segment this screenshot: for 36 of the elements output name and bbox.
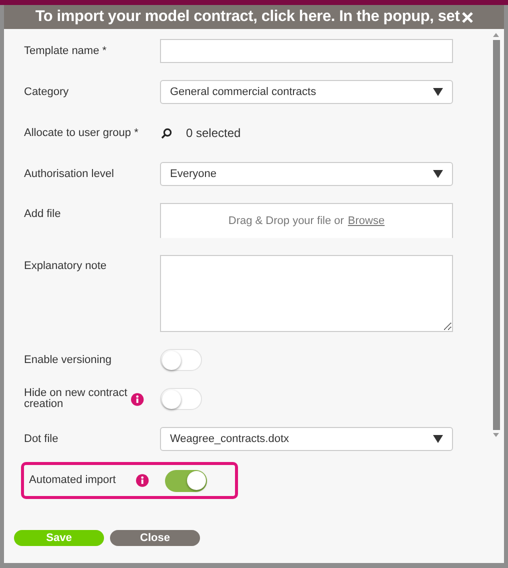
field-label: Authorisation level	[24, 168, 114, 180]
field-label: Add file	[24, 209, 61, 220]
search-icon[interactable]	[161, 128, 172, 138]
text-field[interactable]	[160, 39, 453, 63]
browse-link[interactable]: Browse	[348, 212, 385, 230]
close-icon[interactable]	[462, 12, 473, 22]
info-icon[interactable]	[131, 392, 144, 406]
drop-hint: Drag & Drop your file or	[228, 214, 344, 229]
scroll-down-icon[interactable]	[493, 433, 499, 437]
field-label: Enable versioning	[24, 354, 112, 366]
selection-count: 0 selected	[186, 125, 241, 142]
scroll-up-icon[interactable]	[493, 33, 499, 37]
caret-icon	[433, 435, 443, 443]
field-label: Dot file	[24, 434, 58, 444]
field-label: Explanatory note	[24, 261, 107, 272]
file-drop-zone[interactable]: Drag & Drop your file or Browse	[160, 203, 453, 238]
toggle-switch[interactable]	[165, 470, 207, 492]
toggle-switch[interactable]	[160, 349, 202, 371]
field-label: Allocate to user group *	[24, 128, 138, 138]
field-label: Automated import	[29, 475, 117, 486]
caret-icon	[433, 170, 443, 178]
field-label: Hide on new contract creation	[24, 388, 128, 410]
field-label: Template name *	[24, 46, 107, 56]
note-field[interactable]	[160, 255, 453, 332]
toggle-switch[interactable]	[160, 388, 202, 410]
caret-icon	[433, 88, 443, 96]
field-label: Category	[24, 86, 69, 98]
dropdown-value: Everyone	[170, 166, 216, 182]
dropdown-field[interactable]: General commercial contracts	[160, 80, 453, 104]
dropdown-value: Weagree_contracts.dotx	[170, 432, 290, 447]
dropdown-field[interactable]: Everyone	[160, 162, 453, 186]
dropdown-field[interactable]: Weagree_contracts.dotx	[160, 427, 453, 451]
dropdown-value: General commercial contracts	[170, 84, 316, 100]
dialog-title[interactable]: To import your model contract, click here. In the popup, set	[35, 5, 460, 29]
info-icon[interactable]	[136, 474, 149, 487]
close-button[interactable]: Close	[110, 530, 200, 546]
